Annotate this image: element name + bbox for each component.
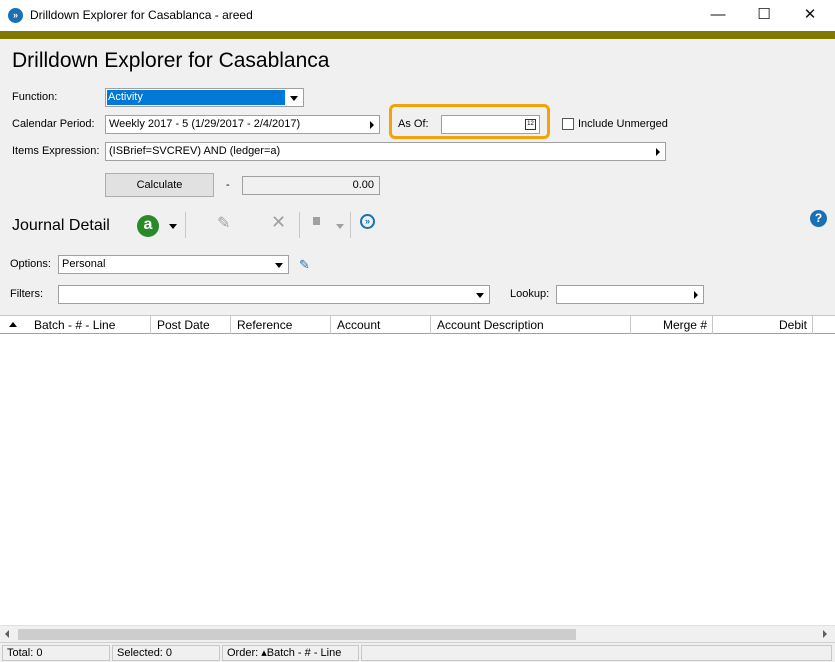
items-expression-label: Items Expression: [12, 145, 100, 157]
accent-bar [0, 31, 835, 39]
items-expression-value: (ISBrief=SVCREV) AND (ledger=a) [109, 145, 281, 157]
calendar-period-value: Weekly 2017 - 5 (1/29/2017 - 2/4/2017) [109, 118, 301, 130]
edit-options-icon[interactable]: ✎ [299, 257, 310, 273]
double-chevron-down-icon[interactable]: » [360, 214, 375, 229]
options-label: Options: [10, 258, 51, 270]
minimize-button[interactable]: — [695, 0, 741, 31]
dash-separator: - [226, 179, 230, 191]
as-of-label: As Of: [398, 118, 429, 130]
window-title: Drilldown Explorer for Casablanca - aree… [30, 8, 253, 22]
delete-x-icon[interactable]: ✕ [271, 212, 286, 233]
calendar-period-label: Calendar Period: [12, 118, 95, 130]
calculated-value: 0.00 [242, 176, 380, 195]
flag-icon[interactable] [313, 217, 320, 225]
expand-arrow-icon[interactable] [694, 291, 698, 299]
expand-arrow-icon[interactable] [370, 121, 374, 129]
column-header-account[interactable]: Account [331, 316, 431, 334]
close-button[interactable]: ✕ [787, 0, 833, 31]
chevron-down-icon[interactable] [169, 224, 177, 229]
edit-pencil-icon[interactable]: ✎ [217, 213, 230, 233]
chevron-down-icon[interactable] [275, 263, 283, 268]
expand-arrow-icon[interactable] [656, 148, 660, 156]
column-header-debit[interactable]: Debit [713, 316, 813, 334]
filters-label: Filters: [10, 288, 43, 300]
function-select[interactable]: Activity [105, 88, 304, 107]
options-select[interactable]: Personal [58, 255, 289, 274]
lookup-label: Lookup: [510, 288, 550, 300]
scroll-left-icon[interactable] [5, 630, 9, 638]
maximize-button[interactable]: ☐ [741, 0, 787, 31]
status-total: Total: 0 [2, 645, 110, 661]
page-title: Drilldown Explorer for Casablanca [12, 49, 330, 72]
grid-body[interactable] [0, 334, 835, 625]
journal-detail-title: Journal Detail [12, 217, 110, 234]
function-value: Activity [107, 90, 285, 105]
scroll-right-icon[interactable] [823, 630, 827, 638]
activity-app-icon[interactable]: a [137, 215, 159, 237]
toolbar-separator [350, 212, 351, 238]
calculate-button[interactable]: Calculate [105, 173, 214, 197]
items-expression-field[interactable]: (ISBrief=SVCREV) AND (ledger=a) [105, 142, 666, 161]
column-header-account-description[interactable]: Account Description [431, 316, 631, 334]
toolbar-separator [299, 212, 300, 238]
status-selected: Selected: 0 [112, 645, 220, 661]
lookup-field[interactable] [556, 285, 704, 304]
calendar-period-field[interactable]: Weekly 2017 - 5 (1/29/2017 - 2/4/2017) [105, 115, 380, 134]
status-extra [361, 645, 832, 661]
toolbar-separator [185, 212, 186, 238]
column-header-post-date[interactable]: Post Date [151, 316, 231, 334]
app-icon: » [8, 8, 23, 23]
grid-header: Batch - # - Line Post Date Reference Acc… [0, 315, 835, 334]
filters-select[interactable] [58, 285, 490, 304]
chevron-down-icon[interactable] [336, 224, 344, 229]
help-icon[interactable]: ? [810, 210, 827, 227]
status-order: Order: ▴Batch - # - Line [222, 645, 359, 661]
function-label: Function: [12, 91, 58, 103]
as-of-date-input[interactable]: 12 [441, 115, 540, 134]
column-header-batch[interactable]: Batch - # - Line [0, 316, 151, 334]
calendar-icon[interactable]: 12 [525, 119, 536, 130]
chevron-down-icon[interactable] [290, 96, 298, 101]
include-unmerged-label[interactable]: Include Unmerged [578, 118, 668, 130]
horizontal-scrollbar[interactable] [0, 625, 835, 642]
chevron-down-icon[interactable] [476, 293, 484, 298]
options-value: Personal [62, 258, 106, 270]
scroll-thumb[interactable] [18, 629, 576, 640]
column-header-merge[interactable]: Merge # [631, 316, 713, 334]
status-bar: Total: 0 Selected: 0 Order: ▴Batch - # -… [0, 642, 835, 662]
include-unmerged-checkbox[interactable] [562, 118, 574, 130]
column-header-reference[interactable]: Reference [231, 316, 331, 334]
